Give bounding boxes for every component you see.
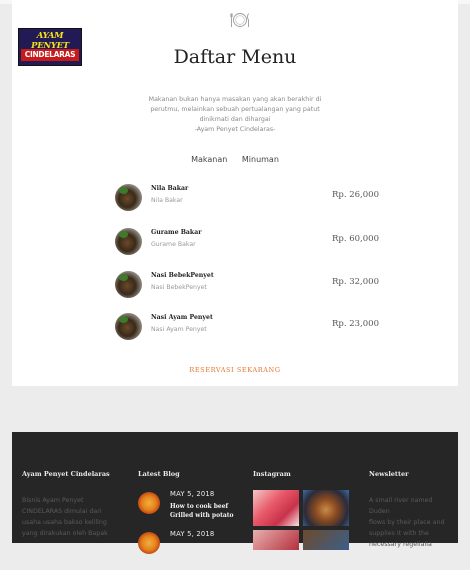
newsletter-line: flows by their place and: [369, 519, 445, 526]
blog-date: MAY 5, 2018: [170, 490, 215, 498]
dish-name: Nasi BebekPenyet: [151, 272, 214, 279]
dish-price: Rp. 26,000: [332, 190, 379, 200]
quote-attribution: -Ayam Penyet Cindelaras-: [194, 126, 276, 133]
footer-blog: Latest Blog MAY 5, 2018 How to cook beef…: [138, 470, 248, 554]
instagram-photo[interactable]: [253, 490, 299, 526]
menu-item[interactable]: Gurame Bakar Gurame Bakar Rp. 60,000: [115, 225, 385, 259]
menu-item[interactable]: Nila Bakar Nila Bakar Rp. 26,000: [115, 181, 385, 215]
blog-post[interactable]: MAY 5, 2018 How to cook beef Grilled wit…: [138, 490, 248, 530]
quote-line: perutmu, melainkan sebuah pertualangan y…: [150, 106, 320, 113]
footer-newsletter: Newsletter A small river named Duden flo…: [369, 470, 455, 550]
dish-thumbnail: [115, 184, 142, 211]
blog-date: MAY 5, 2018: [170, 530, 215, 538]
tab-makanan[interactable]: Makanan: [191, 155, 227, 164]
about-line: yang dirakukan oleh Bapak: [22, 530, 108, 537]
instagram-photo[interactable]: [253, 530, 299, 550]
dish-name: Nasi Ayam Penyet: [151, 314, 213, 321]
newsletter-line: necessary regelialia: [369, 541, 432, 548]
blog-thumbnail: [138, 492, 160, 514]
footer-instagram-heading: Instagram: [253, 470, 291, 478]
about-line: CINDELARAS dimulai dari: [22, 508, 102, 515]
site-footer: Ayam Penyet Cindelaras Bisnis Ayam Penye…: [12, 432, 458, 554]
blog-title[interactable]: How to cook beef Grilled with potato: [170, 502, 250, 520]
newsletter-line: A small river named Duden: [369, 497, 433, 515]
about-line: Bisnis Ayam Penyet: [22, 497, 84, 504]
dish-description: Nila Bakar: [151, 197, 183, 204]
footer-blog-heading: Latest Blog: [138, 470, 180, 478]
footer-about: Ayam Penyet Cindelaras Bisnis Ayam Penye…: [22, 470, 127, 539]
instagram-photo[interactable]: [303, 490, 349, 526]
newsletter-line: supplies it with the: [369, 530, 429, 537]
dish-name: Nila Bakar: [151, 185, 189, 192]
dish-thumbnail: [115, 271, 142, 298]
menu-tabs: Makanan Minuman: [0, 155, 470, 164]
footer-newsletter-heading: Newsletter: [369, 470, 409, 478]
tab-minuman[interactable]: Minuman: [242, 155, 279, 164]
dish-name: Gurame Bakar: [151, 229, 202, 236]
quote-line: dinikmati dan dihargai: [199, 116, 271, 123]
footer-about-text: Bisnis Ayam Penyet CINDELARAS dimulai da…: [22, 495, 127, 539]
blog-thumbnail: [138, 532, 160, 554]
reserve-now-link[interactable]: RESERVASI SEKARANG: [0, 366, 470, 374]
about-line: usaha usaha bakso keliling: [22, 519, 107, 526]
plate-cutlery-icon: [230, 12, 250, 32]
footer-about-heading: Ayam Penyet Cindelaras: [22, 470, 110, 478]
dish-price: Rp. 23,000: [332, 319, 379, 329]
footer-instagram: Instagram: [253, 470, 358, 550]
dish-description: Nasi BebekPenyet: [151, 284, 207, 291]
dish-price: Rp. 60,000: [332, 234, 379, 244]
page-title: Daftar Menu: [173, 46, 297, 68]
dish-description: Nasi Ayam Penyet: [151, 326, 207, 333]
menu-item[interactable]: Nasi Ayam Penyet Nasi Ayam Penyet Rp. 23…: [115, 310, 385, 344]
dish-price: Rp. 32,000: [332, 277, 379, 287]
dish-description: Gurame Bakar: [151, 241, 196, 248]
dish-thumbnail: [115, 228, 142, 255]
dish-thumbnail: [115, 313, 142, 340]
instagram-photo[interactable]: [303, 530, 349, 550]
quote-line: Makanan bukan hanya masakan yang akan be…: [148, 96, 322, 103]
menu-item[interactable]: Nasi BebekPenyet Nasi BebekPenyet Rp. 32…: [115, 268, 385, 302]
menu-quote: Makanan bukan hanya masakan yang akan be…: [130, 95, 340, 135]
blog-post[interactable]: MAY 5, 2018: [138, 530, 248, 570]
footer-newsletter-text: A small river named Duden flows by their…: [369, 495, 455, 550]
